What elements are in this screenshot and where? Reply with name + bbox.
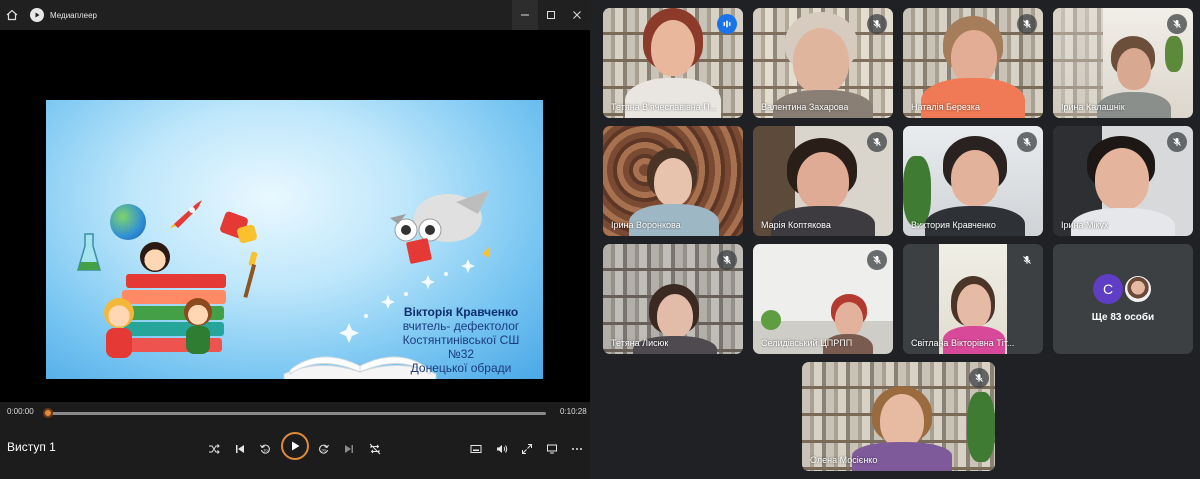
slide-line-school: Костянтинівської СШ xyxy=(402,333,520,347)
skip-back-10-icon[interactable]: 10 xyxy=(254,438,276,460)
seek-track[interactable] xyxy=(46,412,546,415)
mic-off-icon xyxy=(1167,14,1187,34)
shuffle-icon[interactable] xyxy=(203,438,225,460)
screen: Медиаплеер Вікторія Кравченко вчитель- д… xyxy=(0,0,1200,479)
participant-tile[interactable]: Тетяна В'ячеславівна П... xyxy=(603,8,743,118)
participant-tile[interactable]: Олена Мосієнко xyxy=(802,362,995,471)
total-time: 0:10:28 xyxy=(560,407,587,416)
current-time: 0:00:00 xyxy=(7,407,34,416)
child-boy-illustration xyxy=(184,298,212,326)
player-controls: Виступ 1 10 30 xyxy=(0,424,590,479)
slide-author-name: Вікторія Кравченко xyxy=(403,305,519,319)
seek-handle[interactable] xyxy=(43,408,53,418)
puzzle-illustration-2 xyxy=(236,223,258,245)
slide-line-role: вчитель- дефектолог xyxy=(402,319,520,333)
slide-caption: Вікторія Кравченко вчитель- дефектолог К… xyxy=(386,305,536,375)
video-area[interactable]: Вікторія Кравченко вчитель- дефектолог К… xyxy=(0,30,590,402)
globe-illustration xyxy=(110,204,146,240)
miniplayer-icon[interactable] xyxy=(465,438,487,460)
more-participants-label: Ще 83 особи xyxy=(1091,312,1155,323)
repeat-icon[interactable] xyxy=(364,438,386,460)
mic-off-icon xyxy=(1167,132,1187,152)
skip-forward-30-icon[interactable]: 30 xyxy=(313,438,335,460)
avatar: C xyxy=(1093,274,1123,304)
flask-illustration xyxy=(76,232,102,279)
plant-decoration xyxy=(903,156,931,226)
plant-decoration xyxy=(967,392,995,462)
participant-tile[interactable]: Тетяна Лисюк xyxy=(603,244,743,354)
participant-name: Наталія Березка xyxy=(911,102,980,112)
participant-tile[interactable]: Ірина Воронкова xyxy=(603,126,743,236)
home-icon[interactable] xyxy=(0,0,24,30)
participant-tile[interactable]: Валентина Захарова xyxy=(753,8,893,118)
speaking-indicator-icon xyxy=(717,14,737,34)
participant-tile[interactable]: Ірина Мікух xyxy=(1053,126,1193,236)
mic-off-icon xyxy=(867,250,887,270)
avatar xyxy=(1123,274,1153,304)
fullscreen-icon[interactable] xyxy=(516,438,538,460)
minimize-button[interactable] xyxy=(512,0,538,30)
participant-name: Ірина Мікух xyxy=(1061,220,1109,230)
track-title: Виступ 1 xyxy=(7,440,56,454)
slide-line-number: №32 xyxy=(447,347,475,361)
participant-name: Тетяна Лисюк xyxy=(611,338,669,348)
volume-icon[interactable] xyxy=(491,438,513,460)
participant-tile[interactable]: Марія Коптякова xyxy=(753,126,893,236)
participant-tile[interactable]: Селидівський ЦПРПП xyxy=(753,244,893,354)
participant-name: Тетяна В'ячеславівна П... xyxy=(611,102,718,112)
child-girl-body xyxy=(106,328,132,358)
play-button[interactable] xyxy=(281,432,309,460)
mic-off-icon xyxy=(717,250,737,270)
mic-off-icon xyxy=(867,132,887,152)
participant-name: Виктория Кравченко xyxy=(911,220,996,230)
participant-name: Світлана Вікторівна Тіт... xyxy=(911,338,1015,348)
participant-tile[interactable]: Світлана Вікторівна Тіт... xyxy=(903,244,1043,354)
participant-name: Марія Коптякова xyxy=(761,220,831,230)
title-bar: Медиаплеер xyxy=(0,0,590,30)
slide-line-region: Донецької обради xyxy=(410,361,512,375)
progress-bar: 0:00:00 0:10:28 xyxy=(0,402,590,424)
child-reading-illustration xyxy=(140,242,170,272)
media-player-window: Медиаплеер Вікторія Кравченко вчитель- д… xyxy=(0,0,590,479)
more-participants-tile[interactable]: C Ще 83 особи xyxy=(1053,244,1193,354)
more-options-icon[interactable] xyxy=(566,438,588,460)
participant-name: Ірина Воронкова xyxy=(611,220,681,230)
participant-name: Валентина Захарова xyxy=(761,102,849,112)
participant-tile[interactable]: Наталія Березка xyxy=(903,8,1043,118)
mic-off-icon xyxy=(1017,132,1037,152)
mic-off-icon xyxy=(867,14,887,34)
svg-text:10: 10 xyxy=(263,448,268,453)
participant-name: Ірина Калашнік xyxy=(1061,102,1125,112)
mic-off-icon xyxy=(1017,250,1037,270)
window-title: Медиаплеер xyxy=(50,10,97,20)
media-player-app-icon xyxy=(30,8,44,22)
svg-text:30: 30 xyxy=(321,448,326,453)
participant-tile[interactable]: Ірина Калашнік xyxy=(1053,8,1193,118)
plant-decoration xyxy=(1165,36,1183,72)
book-stack-illustration xyxy=(116,268,236,363)
rocket-illustration xyxy=(168,196,208,235)
close-button[interactable] xyxy=(564,0,590,30)
previous-icon[interactable] xyxy=(229,438,251,460)
child-boy-body xyxy=(186,326,210,354)
participant-name: Олена Мосієнко xyxy=(810,455,878,465)
maximize-button[interactable] xyxy=(538,0,564,30)
participant-tile[interactable]: Виктория Кравченко xyxy=(903,126,1043,236)
child-girl-illustration xyxy=(104,298,134,328)
cast-icon[interactable] xyxy=(541,438,563,460)
mic-off-icon xyxy=(969,368,989,388)
next-icon[interactable] xyxy=(338,438,360,460)
participant-name: Селидівський ЦПРПП xyxy=(761,338,853,348)
plant-decoration xyxy=(761,310,781,330)
paintbrush-illustration xyxy=(242,250,262,305)
presentation-slide: Вікторія Кравченко вчитель- дефектолог К… xyxy=(46,100,543,379)
mic-off-icon xyxy=(1017,14,1037,34)
